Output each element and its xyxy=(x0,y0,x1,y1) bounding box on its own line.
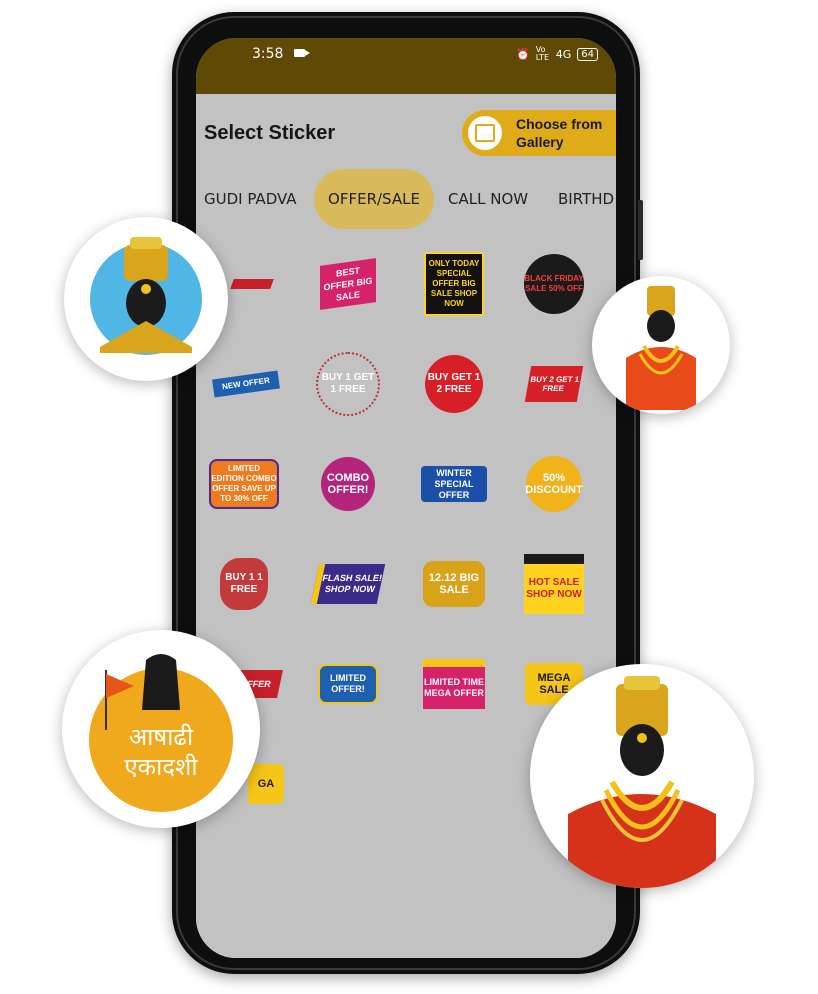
big-sale-badge-sticker: ONLY TODAY SPECIAL OFFER BIG SALE SHOP N… xyxy=(424,252,484,316)
discount-sticker: 50% DISCOUNT xyxy=(525,456,583,512)
combo-offer-circle-sticker: COMBO OFFER! xyxy=(321,457,375,511)
tab-birthday[interactable]: BIRTHD xyxy=(558,169,614,229)
buy1get2-sticker: BUY GET 1 2 FREE xyxy=(425,355,483,413)
sticker-item[interactable]: FLASH SALE! SHOP NOW xyxy=(308,544,388,624)
status-bar: 3:58 ⏰ Vo LTE 4G 64 xyxy=(196,38,616,96)
sticker-item[interactable]: BLACK FRIDAY SALE 50% OFF xyxy=(514,244,594,324)
sticker-item[interactable]: BUY GET 1 2 FREE xyxy=(414,344,494,424)
sticker-item[interactable]: WINTER SPECIAL OFFER xyxy=(414,444,494,524)
sticker-item[interactable]: BUY 1 GET 1 FREE xyxy=(308,344,388,424)
tab-offer-sale[interactable]: OFFER/SALE xyxy=(314,169,434,229)
vitthal-portrait-bubble-top-left xyxy=(64,217,228,381)
video-camera-icon xyxy=(294,49,310,57)
sticker-item[interactable]: 50% DISCOUNT xyxy=(514,444,594,524)
tab-call-now[interactable]: CALL NOW xyxy=(448,169,528,229)
red-ribbon-sticker xyxy=(230,279,274,289)
vitthal-portrait-bubble-bottom-right xyxy=(530,664,754,888)
sticker-item[interactable]: LIMITED TIME MEGA OFFER xyxy=(414,644,494,724)
vitthal-idol-icon xyxy=(90,237,202,355)
flash-sale-sticker: FLASH SALE! SHOP NOW xyxy=(310,564,386,604)
signal-icon: 4G xyxy=(555,47,572,61)
buy2get1-sticker: BUY 2 GET 1 FREE xyxy=(524,366,584,402)
buy1-free-sticker: BUY 1 1 FREE xyxy=(220,558,268,610)
sticker-item[interactable]: LIMITED OFFER! xyxy=(308,644,388,724)
hot-sale-sticker: HOT SALE SHOP NOW xyxy=(524,554,584,614)
ashadhi-ekadashi-bubble: आषाढी एकादशी xyxy=(62,630,260,828)
sticker-item[interactable]: 12.12 BIG SALE xyxy=(414,544,494,624)
sticker-item[interactable]: ONLY TODAY SPECIAL OFFER BIG SALE SHOP N… xyxy=(414,244,494,324)
alarm-icon: ⏰ xyxy=(516,47,530,61)
winter-offer-sticker: WINTER SPECIAL OFFER xyxy=(421,466,487,502)
sticker-item[interactable]: HOT SALE SHOP NOW xyxy=(514,544,594,624)
mega-offer-sticker: LIMITED TIME MEGA OFFER xyxy=(423,659,485,709)
volte-indicator: Vo LTE xyxy=(535,45,550,62)
choose-from-gallery-button[interactable]: Choose from Gallery xyxy=(462,110,616,156)
gallery-icon xyxy=(468,116,502,150)
buy1get1-outline-sticker: BUY 1 GET 1 FREE xyxy=(316,352,380,416)
sticker-item[interactable]: COMBO OFFER! xyxy=(308,444,388,524)
battery-icon: 64 xyxy=(577,47,598,61)
sheet-title: Select Sticker xyxy=(204,122,336,144)
volume-button xyxy=(638,200,643,260)
black-friday-sticker: BLACK FRIDAY SALE 50% OFF xyxy=(524,254,584,314)
vitthal-idol-icon xyxy=(626,286,696,410)
sticker-item[interactable]: BEST OFFER BIG SALE xyxy=(308,244,388,324)
combo-offer-sticker: LIMITED EDITION COMBO OFFER SAVE UP TO 3… xyxy=(211,461,277,507)
ashadhi-ekadashi-caption: आषाढी एकादशी xyxy=(124,723,198,781)
vitthal-idol-icon xyxy=(568,676,716,888)
big-sale-sticker: BEST OFFER BIG SALE xyxy=(320,258,376,310)
sticker-item[interactable]: LIMITED EDITION COMBO OFFER SAVE UP TO 3… xyxy=(204,444,284,524)
vitthal-portrait-bubble-top-right xyxy=(592,276,730,414)
sticker-item[interactable]: BUY 2 GET 1 FREE xyxy=(514,344,594,424)
status-icons: ⏰ Vo LTE 4G 64 xyxy=(516,46,598,62)
sticker-item[interactable]: BUY 1 1 FREE xyxy=(204,544,284,624)
twelve-twelve-sticker: 12.12 BIG SALE xyxy=(423,561,485,607)
limited-offer-sticker: LIMITED OFFER! xyxy=(318,664,378,704)
category-tabs: GUDI PADVA OFFER/SALE CALL NOW BIRTHD xyxy=(196,169,616,229)
status-time: 3:58 xyxy=(252,46,284,62)
gallery-button-label: Choose from Gallery xyxy=(516,116,603,150)
